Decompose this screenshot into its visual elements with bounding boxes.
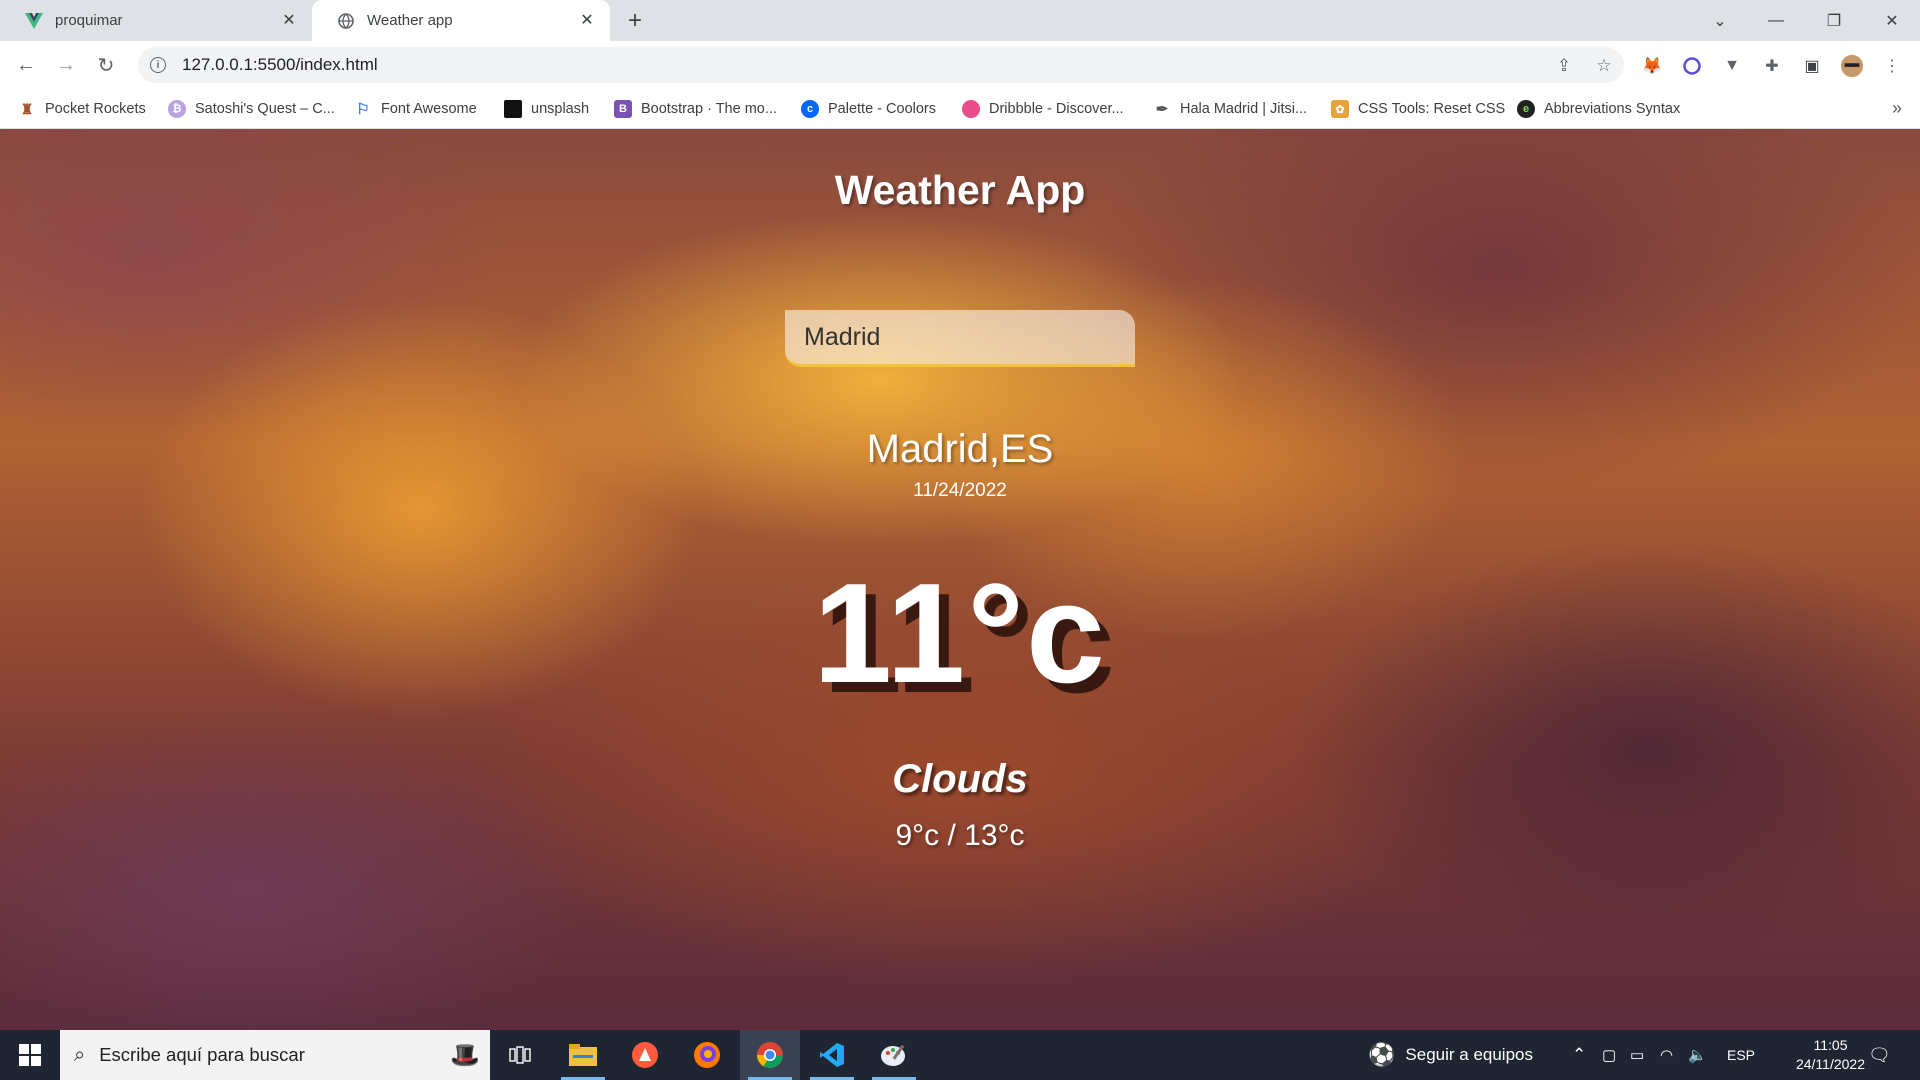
bookmark-bootstrap[interactable]: B Bootstrap · The mo... (614, 98, 777, 120)
city-name: Madrid,ES (866, 427, 1054, 471)
weather-page: Weather App Madrid,ES 11/24/2022 11°c Cl… (0, 129, 1920, 1030)
paint-icon[interactable] (864, 1030, 924, 1080)
tab-proquimar[interactable]: proquimar ✕ (0, 0, 312, 41)
avatar[interactable] (1840, 54, 1864, 78)
unsplash-icon (504, 100, 522, 118)
star-icon[interactable]: ☆ (1594, 56, 1614, 76)
weather-date: 11/24/2022 (913, 480, 1007, 501)
meet-now-icon[interactable]: ▢ (1602, 1030, 1616, 1080)
chevron-right-icon[interactable]: » (1892, 98, 1902, 119)
bookmark-pocket-rockets[interactable]: ♜ Pocket Rockets (18, 98, 146, 120)
browser-toolbar: ← → ↻ i 127.0.0.1:5500/index.html ⇪ ☆ 🦊 … (0, 41, 1920, 89)
side-panel-icon[interactable]: ▣ (1800, 54, 1824, 78)
bookmark-dribbble[interactable]: Dribbble - Discover... (962, 98, 1124, 120)
dribbble-icon (962, 100, 980, 118)
vue-devtools-icon[interactable]: ▼ (1720, 54, 1744, 78)
restore-button[interactable]: ❐ (1814, 0, 1854, 41)
css-tools-icon: ✿ (1331, 100, 1349, 118)
forward-button[interactable]: → (54, 53, 78, 77)
more-menu-icon[interactable]: ⋮ (1880, 54, 1904, 78)
flag-icon: ⚐ (356, 101, 370, 118)
tab-strip: proquimar ✕ Weather app ✕ + ⌄ — ❐ ✕ (0, 0, 1920, 41)
windows-logo-icon (19, 1044, 41, 1066)
taskbar-search[interactable]: ⌕ Escribe aquí para buscar 🎩 (60, 1030, 490, 1080)
temperature: 11°c (813, 554, 1107, 713)
share-icon[interactable]: ⇪ (1554, 56, 1574, 76)
bookmark-font-awesome[interactable]: ⚐ Font Awesome (354, 98, 476, 120)
tab-weather-app[interactable]: Weather app ✕ (312, 0, 610, 41)
bookmarks-bar: ♜ Pocket Rockets ₿ Satoshi's Quest – C..… (0, 89, 1920, 129)
coolors-icon: c (801, 100, 819, 118)
minimize-button[interactable]: — (1756, 0, 1796, 41)
satoshi-icon: ₿ (168, 100, 186, 118)
vscode-icon[interactable] (802, 1030, 862, 1080)
wifi-icon[interactable]: ◠ (1660, 1030, 1673, 1080)
teams-follow[interactable]: ⚽ Seguir a equipos (1368, 1030, 1533, 1080)
teams-label: Seguir a equipos (1405, 1045, 1533, 1064)
address-bar[interactable]: i 127.0.0.1:5500/index.html ⇪ ☆ (138, 47, 1624, 83)
bookmark-coolors[interactable]: c Palette - Coolors (801, 98, 936, 120)
emmet-icon: e (1517, 100, 1535, 118)
search-input[interactable] (785, 310, 1135, 367)
tab-title: proquimar (55, 12, 123, 29)
bookmark-satoshis-quest[interactable]: ₿ Satoshi's Quest – C... (168, 98, 335, 120)
info-icon[interactable]: i (150, 57, 166, 73)
metamask-icon[interactable]: 🦊 (1640, 54, 1664, 78)
bookmark-abbreviations[interactable]: e Abbreviations Syntax (1517, 98, 1680, 120)
page-title: Weather App (834, 167, 1086, 213)
tab-title: Weather app (367, 12, 453, 29)
file-explorer-icon[interactable] (553, 1030, 613, 1080)
notification-icon[interactable]: 🗨 (1868, 1030, 1891, 1080)
windows-start-button[interactable] (0, 1030, 60, 1080)
vue-logo-icon (25, 12, 43, 30)
taskbar: ⌕ Escribe aquí para buscar 🎩 ⚽ Seguir a … (0, 1030, 1920, 1080)
chrome-icon[interactable] (740, 1030, 800, 1080)
feather-icon: ✒ (1155, 101, 1169, 118)
bookmark-unsplash[interactable]: unsplash (504, 98, 589, 120)
extension-circle-icon[interactable] (1680, 54, 1704, 78)
task-view-icon[interactable] (490, 1030, 550, 1080)
new-tab-button[interactable]: + (622, 7, 648, 34)
close-icon[interactable]: ✕ (578, 11, 596, 29)
bookmark-css-tools[interactable]: ✿ CSS Tools: Reset CSS (1331, 98, 1505, 120)
chevron-up-icon[interactable]: ⌃ (1572, 1030, 1586, 1080)
puzzle-icon[interactable]: ✚ (1760, 54, 1784, 78)
rocket-icon: ♜ (20, 100, 34, 117)
search-highlight-icon: 🎩 (450, 1041, 480, 1069)
reload-button[interactable]: ↻ (94, 53, 118, 77)
volume-icon[interactable]: 🔈 (1688, 1030, 1707, 1080)
soccer-icon: ⚽ (1368, 1042, 1396, 1067)
search-icon: ⌕ (74, 1043, 86, 1066)
bookmark-hala-madrid[interactable]: ✒ Hala Madrid | Jitsi... (1153, 98, 1307, 120)
language-indicator[interactable]: ESP (1727, 1030, 1755, 1080)
bootstrap-icon: B (614, 100, 632, 118)
search-placeholder: Escribe aquí para buscar (99, 1044, 305, 1065)
brave-rewards-icon[interactable] (615, 1030, 675, 1080)
clock-date: 24/11/2022 (1795, 1056, 1865, 1072)
globe-icon (337, 12, 355, 30)
chevron-down-icon[interactable]: ⌄ (1700, 0, 1740, 41)
clock-time: 11:05 (1813, 1037, 1848, 1053)
close-icon[interactable]: ✕ (280, 11, 298, 29)
temperature-range: 9°c / 13°c (895, 819, 1025, 852)
close-window-button[interactable]: ✕ (1872, 0, 1912, 41)
taskbar-clock[interactable]: 11:05 24/11/2022 (1796, 1036, 1865, 1074)
battery-icon[interactable]: ▭ (1630, 1030, 1644, 1080)
firefox-icon[interactable] (677, 1030, 737, 1080)
back-button[interactable]: ← (14, 53, 38, 77)
url-text: 127.0.0.1:5500/index.html (182, 55, 378, 74)
weather-condition: Clouds (892, 757, 1028, 801)
